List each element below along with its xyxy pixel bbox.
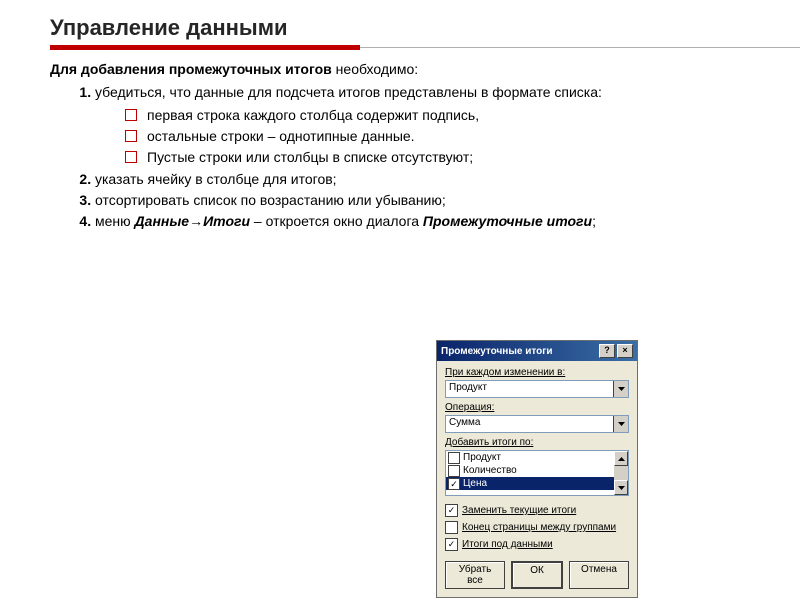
dialog-title: Промежуточные итоги — [441, 346, 553, 357]
ordered-list: убедиться, что данные для подсчета итого… — [50, 83, 760, 231]
ok-button[interactable]: ОК — [511, 561, 563, 589]
checkbox-below-label: Итоги под данными — [462, 539, 553, 550]
sub-item-1a: первая строка каждого столбца содержит п… — [125, 106, 760, 125]
list-item-label: Цена — [463, 478, 487, 489]
combo-operation-value: Сумма — [446, 416, 613, 432]
subtotals-dialog: Промежуточные итоги ? × При каждом измен… — [436, 340, 638, 598]
label-add-totals: Добавить итоги по: — [445, 437, 629, 448]
list-item-4: меню Данные→Итоги – откроется окно диало… — [95, 212, 760, 231]
chevron-down-icon[interactable] — [614, 480, 628, 495]
dialog-titlebar[interactable]: Промежуточные итоги ? × — [437, 341, 637, 361]
slide-title: Управление данными — [50, 15, 760, 41]
list-item[interactable]: Количество — [446, 464, 628, 477]
checkbox-below-row[interactable]: Итоги под данными — [445, 538, 629, 551]
intro-strong: Для добавления промежуточных итогов — [50, 61, 332, 77]
checkbox-icon[interactable] — [448, 452, 460, 464]
checkbox-pagebreak-row[interactable]: Конец страницы между группами — [445, 521, 629, 534]
add-totals-listbox[interactable]: Продукт Количество ✓ Цена — [445, 450, 629, 496]
intro-line: Для добавления промежуточных итогов необ… — [50, 60, 760, 79]
list-item[interactable]: Продукт — [446, 451, 628, 464]
checkbox-icon[interactable]: ✓ — [448, 478, 460, 490]
item4-dialog-name: Промежуточные итоги — [423, 213, 592, 229]
sub-item-1c: Пустые строки или столбцы в списке отсут… — [125, 148, 760, 167]
list-item[interactable]: ✓ Цена — [446, 477, 628, 490]
list-item-3: отсортировать список по возрастанию или … — [95, 191, 760, 210]
item4-p6: ; — [592, 213, 596, 229]
checkbox-icon[interactable] — [448, 465, 460, 477]
combo-at-change-value: Продукт — [446, 381, 613, 397]
combo-operation[interactable]: Сумма — [445, 415, 629, 433]
item4-p1: меню — [95, 213, 135, 229]
label-at-change: При каждом изменении в: — [445, 367, 629, 378]
item1-text: убедиться, что данные для подсчета итого… — [95, 84, 602, 100]
title-divider — [50, 45, 760, 50]
chevron-down-icon[interactable] — [613, 416, 628, 432]
checkbox-icon[interactable] — [445, 538, 458, 551]
checkbox-replace-label: Заменить текущие итоги — [462, 505, 576, 516]
item4-p4: – откроется окно диалога — [250, 213, 423, 229]
checkbox-pagebreak-label: Конец страницы между группами — [462, 522, 616, 533]
combo-at-change[interactable]: Продукт — [445, 380, 629, 398]
item4-menu-data: Данные — [135, 213, 190, 229]
chevron-up-icon[interactable] — [614, 451, 628, 466]
sub-item-1b: остальные строки – однотипные данные. — [125, 127, 760, 146]
list-item-label: Количество — [463, 465, 517, 476]
cancel-button[interactable]: Отмена — [569, 561, 629, 589]
remove-all-button[interactable]: Убрать все — [445, 561, 505, 589]
close-icon[interactable]: × — [617, 344, 633, 358]
label-operation: Операция: — [445, 402, 629, 413]
checkbox-icon[interactable] — [445, 521, 458, 534]
checkbox-replace-row[interactable]: Заменить текущие итоги — [445, 504, 629, 517]
list-item-label: Продукт — [463, 452, 501, 463]
intro-tail: необходимо: — [332, 61, 418, 77]
chevron-down-icon[interactable] — [613, 381, 628, 397]
scrollbar[interactable] — [614, 451, 628, 495]
list-item-2: указать ячейку в столбце для итогов; — [95, 170, 760, 189]
checkbox-icon[interactable] — [445, 504, 458, 517]
sub-list-1: первая строка каждого столбца содержит п… — [95, 106, 760, 167]
help-icon[interactable]: ? — [599, 344, 615, 358]
list-item-1: убедиться, что данные для подсчета итого… — [95, 83, 760, 167]
item4-menu-totals: Итоги — [203, 213, 250, 229]
item4-arrow: → — [189, 213, 203, 229]
